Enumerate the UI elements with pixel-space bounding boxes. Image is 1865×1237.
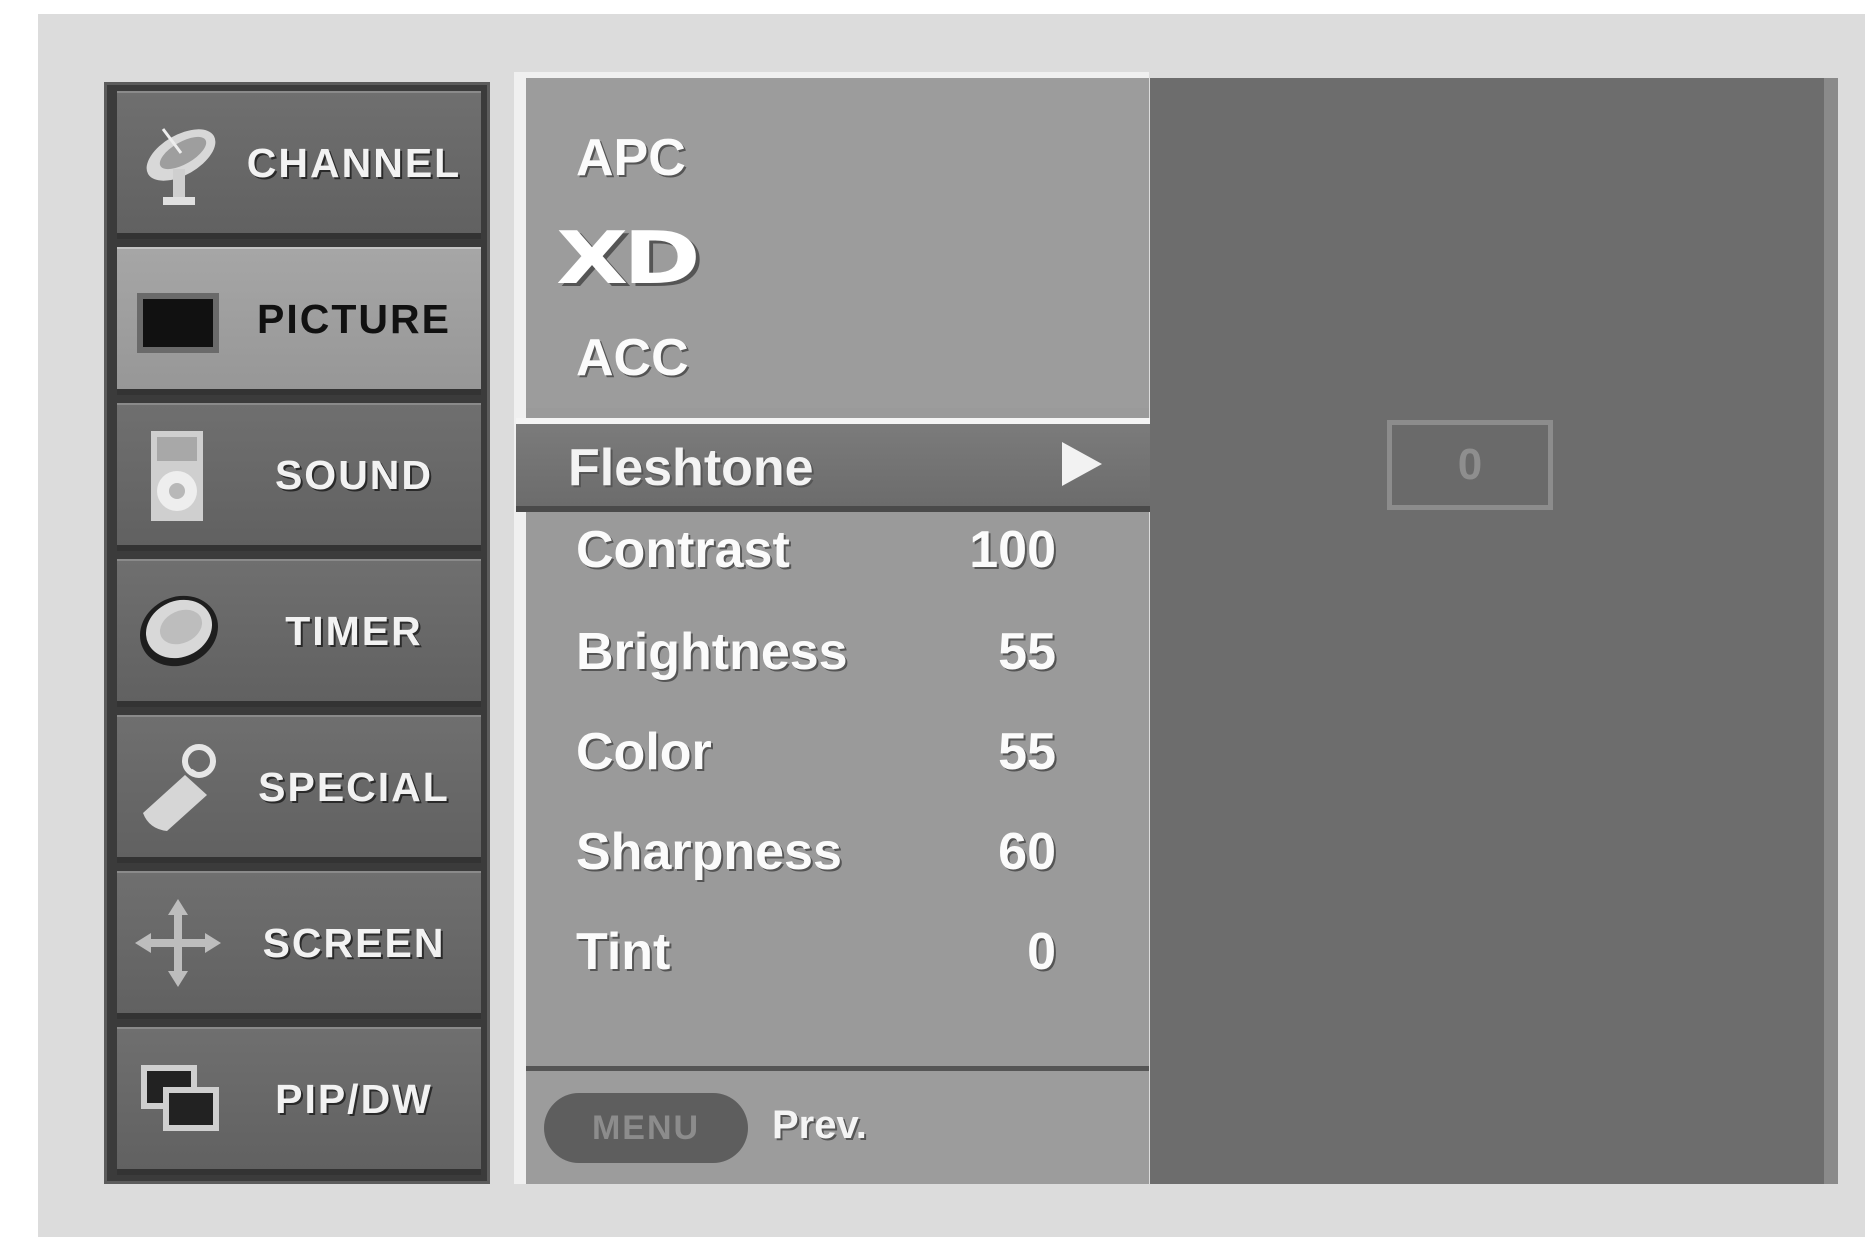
move-arrows-icon — [133, 893, 223, 993]
category-label: SPECIAL — [258, 763, 450, 810]
category-channel[interactable]: CHANNEL — [117, 91, 481, 239]
category-label: TIMER — [285, 607, 423, 654]
category-screen[interactable]: SCREEN — [117, 871, 481, 1019]
prev-label: Prev. — [772, 1103, 867, 1147]
setting-name: Color — [576, 723, 712, 781]
xd-logo[interactable]: XD — [556, 216, 701, 300]
setting-name: Contrast — [576, 521, 790, 579]
tag-icon — [133, 737, 223, 837]
picture-mode-section: APC XD ACC — [526, 78, 1149, 408]
category-timer[interactable]: TIMER — [117, 559, 481, 707]
setting-row-sharpness[interactable]: Sharpness 60 — [526, 822, 1056, 892]
category-picture[interactable]: PICTURE — [117, 247, 481, 395]
setting-value: 60 — [998, 823, 1056, 881]
satellite-dish-icon — [133, 113, 223, 213]
fleshtone-value-box[interactable]: 0 — [1387, 420, 1553, 510]
setting-row-contrast[interactable]: Contrast 100 — [526, 520, 1056, 590]
right-arrow-icon — [1062, 442, 1102, 486]
category-menu: CHANNEL PICTURE SOUND TIMER SPECIAL SCRE… — [104, 82, 490, 1184]
category-label: SOUND — [274, 451, 434, 498]
setting-value: 100 — [969, 521, 1056, 579]
apc-option[interactable]: APC — [576, 128, 686, 188]
category-sound[interactable]: SOUND — [117, 403, 481, 551]
menu-button[interactable]: MENU — [544, 1093, 748, 1163]
clock-icon — [133, 581, 223, 681]
category-label: PIP/DW — [275, 1075, 433, 1122]
panel-footer: MENU Prev. — [526, 1066, 1149, 1184]
category-special[interactable]: SPECIAL — [117, 715, 481, 863]
acc-option[interactable]: ACC — [576, 328, 689, 388]
setting-name: Brightness — [576, 623, 848, 681]
adjustment-preview-area: 0 — [1150, 78, 1838, 1184]
setting-value: 55 — [998, 623, 1056, 681]
setting-name: Tint — [576, 923, 671, 981]
setting-row-tint[interactable]: Tint 0 — [526, 922, 1056, 992]
tv-screen-icon — [133, 269, 223, 369]
setting-name: Sharpness — [576, 823, 842, 881]
setting-row-brightness[interactable]: Brightness 55 — [526, 622, 1056, 692]
fleshtone-label: Fleshtone — [568, 439, 814, 497]
category-pip-dw[interactable]: PIP/DW — [117, 1027, 481, 1175]
category-label: SCREEN — [262, 919, 446, 966]
category-label: CHANNEL — [246, 139, 462, 186]
category-label: PICTURE — [257, 295, 451, 342]
fleshtone-selected-row[interactable]: Fleshtone — [516, 418, 1188, 512]
speaker-icon — [133, 425, 223, 525]
setting-value: 0 — [1027, 923, 1056, 981]
picture-settings-panel: APC XD ACC Fleshtone Contrast 100 Bright… — [514, 72, 1188, 1184]
pip-windows-icon — [133, 1049, 223, 1149]
setting-value: 55 — [998, 723, 1056, 781]
setting-row-color[interactable]: Color 55 — [526, 722, 1056, 792]
